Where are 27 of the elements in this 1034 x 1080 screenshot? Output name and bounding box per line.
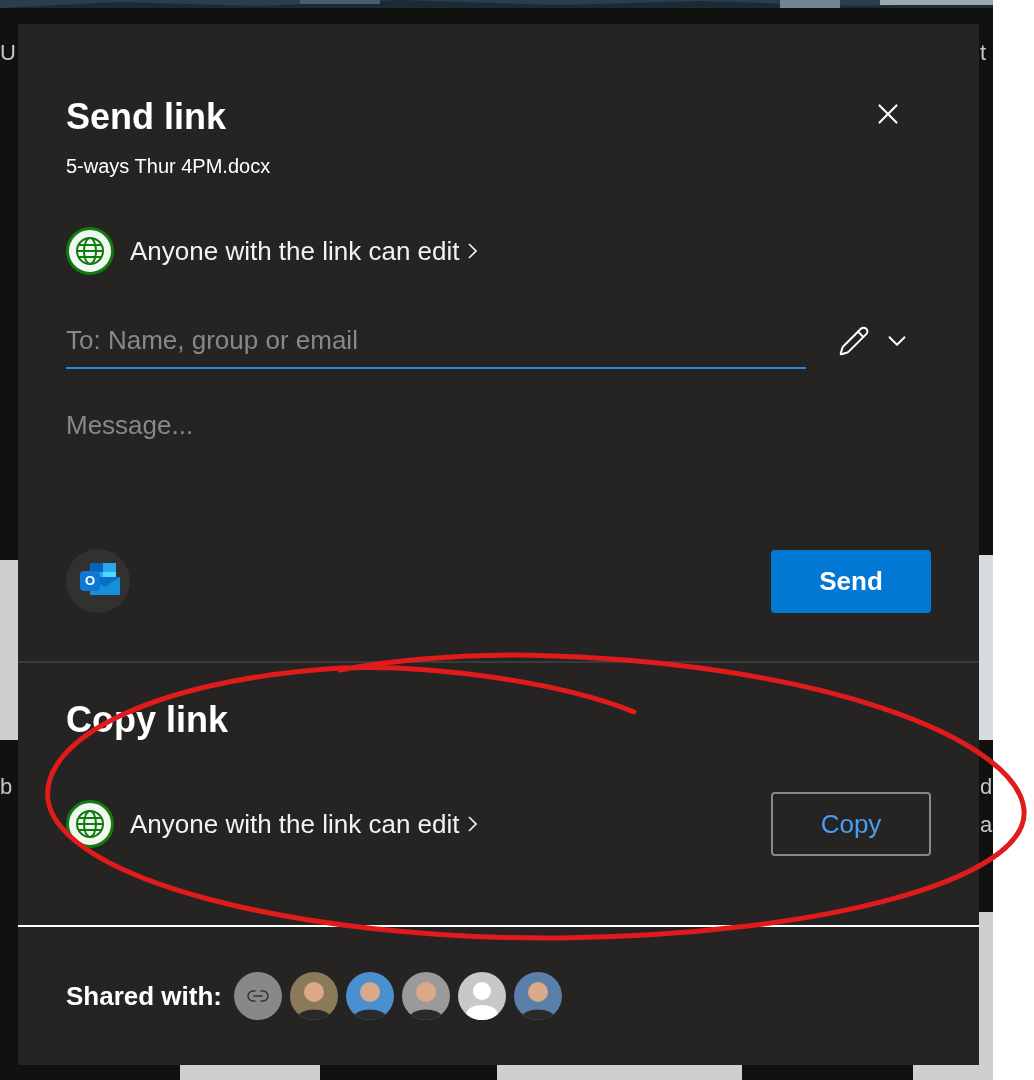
permission-link[interactable]: Anyone with the link can edit	[66, 800, 477, 848]
background-text: t	[980, 39, 987, 67]
globe-icon	[66, 227, 114, 275]
outlook-button[interactable]: O	[66, 549, 130, 613]
globe-icon	[66, 800, 114, 848]
message-field[interactable]: Message...	[66, 409, 931, 529]
send-button[interactable]: Send	[771, 549, 931, 613]
background-text: U	[0, 39, 16, 67]
permission-link[interactable]: Anyone with the link can edit	[66, 227, 477, 275]
background-text: d	[980, 773, 993, 801]
background-text: a	[980, 811, 993, 839]
shared-with-label: Shared with:	[66, 979, 222, 1013]
avatar[interactable]	[290, 972, 338, 1020]
file-name: 5-ways Thur 4PM.docx	[66, 154, 271, 179]
dialog-title: Send link	[66, 95, 227, 139]
avatar[interactable]	[458, 972, 506, 1020]
outlook-letter: O	[80, 571, 100, 591]
avatar[interactable]	[402, 972, 450, 1020]
recipient-field[interactable]: To: Name, group or email	[66, 313, 806, 369]
copy-button[interactable]: Copy	[771, 792, 931, 856]
pencil-icon	[838, 325, 870, 357]
background-text: b	[0, 773, 13, 801]
avatar[interactable]	[346, 972, 394, 1020]
avatar[interactable]	[514, 972, 562, 1020]
chevron-right-icon	[467, 243, 477, 259]
link-avatar[interactable]	[234, 972, 282, 1020]
chevron-right-icon	[467, 816, 477, 832]
